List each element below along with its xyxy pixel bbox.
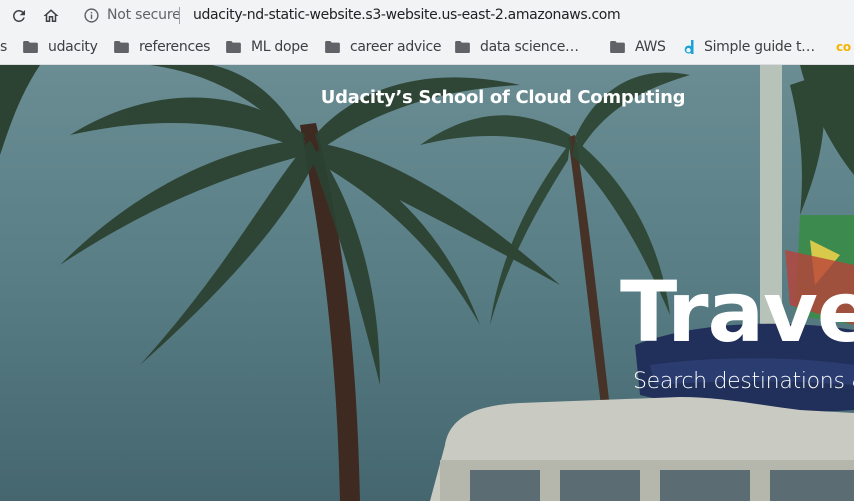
bookmark-ml-dope[interactable]: ML dope xyxy=(226,31,308,63)
reload-icon[interactable] xyxy=(8,5,30,27)
url-divider xyxy=(179,7,180,24)
bookmark-partial[interactable]: s xyxy=(0,31,7,63)
bookmark-label: references xyxy=(139,39,211,55)
hero-section: Udacity’s School of Cloud Computing Trav… xyxy=(0,65,854,501)
folder-icon xyxy=(325,41,340,53)
bookmark-career-advice[interactable]: career advice xyxy=(325,31,442,63)
hero-subheading: Search destinations & xyxy=(633,369,854,394)
address-bar[interactable]: Not secure udacity-nd-static-website.s3-… xyxy=(76,2,854,29)
folder-icon xyxy=(114,41,129,53)
bookmark-label: udacity xyxy=(48,39,98,55)
home-icon[interactable] xyxy=(40,5,62,27)
bookmark-label: data science… xyxy=(480,39,579,55)
security-status-label[interactable]: Not secure xyxy=(107,7,181,23)
folder-icon xyxy=(455,41,470,53)
browser-toolbar: Not secure udacity-nd-static-website.s3-… xyxy=(0,0,854,31)
bookmark-simple-guide[interactable]: Simple guide t… xyxy=(683,31,815,63)
folder-icon xyxy=(23,41,38,53)
bookmark-label: ML dope xyxy=(251,39,309,55)
bookmark-aws[interactable]: AWS xyxy=(610,31,666,63)
bookmark-data-science[interactable]: data science… xyxy=(455,31,579,63)
bookmark-label: AWS xyxy=(635,39,666,55)
bookmark-label: Simple guide t… xyxy=(704,39,815,55)
bookmark-overflow[interactable]: co xyxy=(836,31,851,63)
hero-heading: Trave xyxy=(620,263,854,361)
bookmark-udacity[interactable]: udacity xyxy=(23,31,98,63)
site-title: Udacity’s School of Cloud Computing xyxy=(320,87,686,108)
d-logo-icon xyxy=(684,40,694,54)
bookmark-partial-label: s xyxy=(0,39,7,55)
bookmark-references[interactable]: references xyxy=(114,31,210,63)
info-icon[interactable] xyxy=(83,7,100,24)
co-logo-icon: co xyxy=(836,40,851,54)
url-text[interactable]: udacity-nd-static-website.s3-website.us-… xyxy=(193,7,621,23)
folder-icon xyxy=(226,41,241,53)
bookmarks-bar: s udacity references ML dope career advi… xyxy=(0,31,854,65)
bookmark-label: career advice xyxy=(350,39,442,55)
folder-icon xyxy=(610,41,625,53)
